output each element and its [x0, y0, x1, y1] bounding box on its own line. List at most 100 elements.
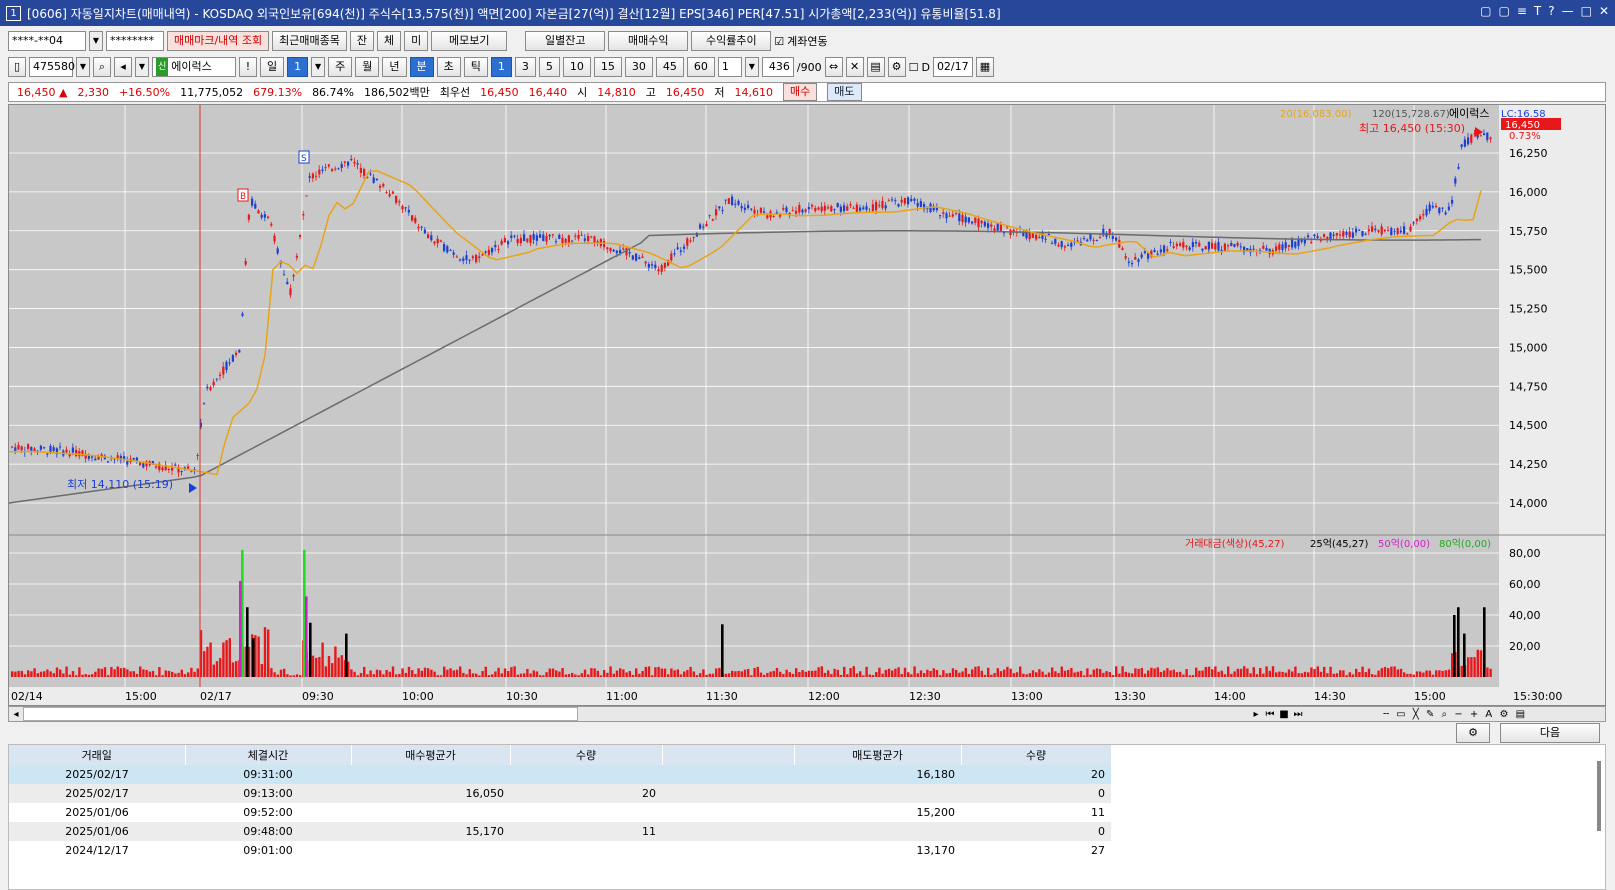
drawing-tools-icon[interactable]: ╌ ▭ ╳ ✎ ⌕ − + A ⚙ ▤: [1305, 709, 1605, 720]
min-10-tab[interactable]: 10: [562, 57, 591, 77]
save-icon[interactable]: ▤: [866, 57, 885, 77]
interval-input[interactable]: 1: [717, 57, 742, 77]
candle-body: [1297, 239, 1300, 247]
table-row[interactable]: 2025/01/06 09:48:00 15,170 11 0: [9, 822, 1111, 841]
alert-button[interactable]: !: [239, 57, 257, 77]
volume-bar: [203, 651, 206, 677]
close-button[interactable]: ✕: [1599, 4, 1609, 18]
account-input[interactable]: ****-**04: [8, 31, 86, 51]
return-trend-button[interactable]: 수익률추이: [691, 31, 772, 51]
candle-body: [459, 259, 462, 261]
help-icon[interactable]: ?: [1548, 4, 1554, 18]
stock-name-field[interactable]: 신 에이럭스: [152, 57, 236, 77]
table-row[interactable]: 2025/01/06 09:52:00 15,200 11: [9, 803, 1111, 822]
buy-button[interactable]: 매수: [783, 83, 818, 101]
min-30-tab[interactable]: 30: [624, 57, 653, 77]
scroll-thumb[interactable]: [23, 707, 578, 721]
chevron-down-icon[interactable]: ▼: [311, 57, 326, 77]
candle-body: [1127, 261, 1130, 263]
account-link-checkbox[interactable]: ☑: [774, 35, 784, 48]
filled-button[interactable]: 체: [377, 31, 402, 51]
date-checkbox[interactable]: ☐: [909, 61, 919, 74]
period-minute-tab[interactable]: 분: [409, 57, 434, 77]
period-week-tab[interactable]: 주: [328, 57, 353, 77]
min-1-tab[interactable]: 1: [490, 57, 512, 77]
price-chart[interactable]: 16,250 16,000 15,750 15,500 15,250 15,000 14,7…: [9, 105, 1605, 705]
stock-icon[interactable]: ▯: [8, 57, 26, 77]
table-cell: 09:13:00: [185, 784, 351, 803]
link-icon[interactable]: ▢: [1480, 4, 1491, 18]
rewind-icon[interactable]: ⏮: [1263, 709, 1277, 720]
search-icon[interactable]: ⌕: [93, 57, 111, 77]
volume-bar: [1102, 672, 1105, 677]
volume-bar: [1031, 670, 1035, 677]
volume-bar: [1431, 674, 1435, 677]
volume-bar: [1140, 668, 1143, 677]
min-60-tab[interactable]: 60: [686, 57, 715, 77]
play-icon[interactable]: ▸: [1249, 709, 1263, 720]
font-icon[interactable]: T: [1534, 4, 1541, 18]
sell-button[interactable]: 매도: [827, 83, 862, 101]
period-second-tab[interactable]: 초: [436, 57, 461, 77]
volume-bar: [1038, 669, 1041, 677]
period-day-tab[interactable]: 일: [260, 57, 285, 77]
maximize-button[interactable]: □: [1581, 4, 1592, 18]
candle-body: [71, 447, 74, 453]
forward-icon[interactable]: ⏭: [1291, 709, 1305, 720]
trade-mark-button[interactable]: 매매마크/내역 조회: [167, 31, 270, 51]
candle-body: [1201, 248, 1204, 251]
chart-panel[interactable]: 16,250 16,000 15,750 15,500 15,250 15,000 14,7…: [8, 104, 1606, 706]
scroll-left-icon[interactable]: ◂: [9, 709, 23, 720]
date-input[interactable]: 02/17: [932, 57, 973, 77]
minimize-button[interactable]: —: [1562, 4, 1574, 18]
candle-body: [1409, 226, 1412, 232]
next-button[interactable]: 다음: [1500, 723, 1600, 743]
copy-icon[interactable]: ▢: [1498, 4, 1509, 18]
balance-button[interactable]: 잔: [349, 31, 375, 51]
time-tick-label: 11:00: [606, 690, 638, 703]
calendar-icon[interactable]: ▦: [975, 57, 994, 77]
min-45-tab[interactable]: 45: [655, 57, 684, 77]
table-row[interactable]: 2025/02/17 09:31:00 16,180 20: [9, 765, 1111, 784]
volume-bar: [161, 675, 164, 677]
period-num-tab[interactable]: 1: [287, 57, 309, 77]
chevron-down-icon[interactable]: ▼: [76, 57, 90, 77]
daily-balance-button[interactable]: 일별잔고: [525, 31, 606, 51]
grid-scrollbar[interactable]: [1597, 761, 1601, 831]
stop-icon[interactable]: ■: [1277, 709, 1291, 720]
chevron-down-icon[interactable]: ▼: [135, 57, 149, 77]
unfilled-button[interactable]: 미: [404, 31, 429, 51]
candle-body: [1223, 243, 1226, 251]
chart-scrollbar[interactable]: ◂ ▸ ⏮ ■ ⏭ ╌ ▭ ╳ ✎ ⌕ − + A ⚙ ▤: [8, 706, 1606, 722]
volume-bar: [1214, 666, 1217, 677]
menu-icon[interactable]: ≡: [1517, 4, 1527, 18]
min-5-tab[interactable]: 5: [538, 57, 560, 77]
table-row[interactable]: 2024/12/17 09:01:00 13,170 27: [9, 841, 1111, 860]
volume-bar: [894, 668, 897, 677]
trade-profit-button[interactable]: 매매수익: [608, 31, 689, 51]
gear-icon[interactable]: ⚙: [1456, 723, 1490, 743]
speaker-icon[interactable]: ◂: [114, 57, 132, 77]
memo-button[interactable]: 메모보기: [431, 31, 508, 51]
code-input[interactable]: 475580: [29, 57, 75, 77]
period-month-tab[interactable]: 월: [355, 57, 380, 77]
candle-body: [942, 212, 945, 214]
table-cell: 11: [1091, 806, 1105, 819]
gear-icon[interactable]: ⚙: [887, 57, 906, 77]
chevron-down-icon[interactable]: ▼: [744, 57, 759, 77]
candle-body: [273, 235, 276, 242]
table-cell: 0: [961, 822, 1111, 841]
count-input[interactable]: 436: [761, 57, 794, 77]
recent-trades-button[interactable]: 최근매매종목: [272, 31, 347, 51]
zoom-icon[interactable]: ⇔: [824, 57, 843, 77]
period-year-tab[interactable]: 년: [382, 57, 407, 77]
chevron-down-icon[interactable]: ▼: [89, 31, 103, 51]
volume-bar: [939, 675, 942, 677]
crosshair-icon[interactable]: ✕: [845, 57, 864, 77]
min-15-tab[interactable]: 15: [593, 57, 622, 77]
password-input[interactable]: ********: [106, 31, 164, 51]
min-3-tab[interactable]: 3: [514, 57, 536, 77]
table-row[interactable]: 2025/02/17 09:13:00 16,050 20 0: [9, 784, 1111, 803]
change-rate: +16.50%: [118, 85, 171, 99]
period-tick-tab[interactable]: 틱: [463, 57, 488, 77]
